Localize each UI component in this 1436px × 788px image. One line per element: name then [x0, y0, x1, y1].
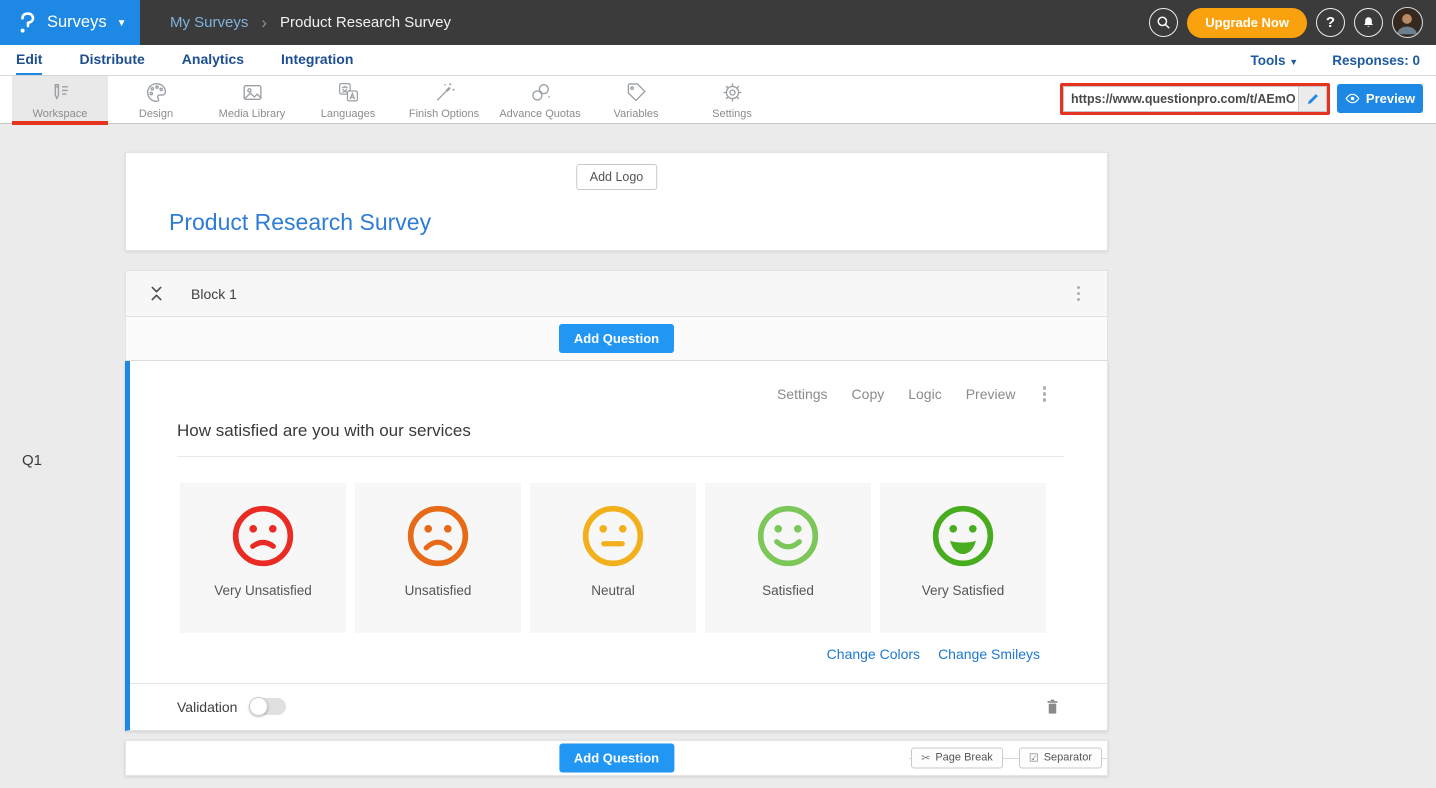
- tabrow-right: Tools ▼ Responses: 0: [1251, 53, 1420, 68]
- editor-toolbar: Workspace Design Media Library Languages: [0, 76, 1436, 124]
- edit-url-button[interactable]: [1298, 87, 1326, 111]
- eye-icon: [1345, 93, 1360, 104]
- separator-checkbox-icon: ☑: [1029, 751, 1039, 764]
- chevron-down-icon: ▼: [117, 18, 127, 29]
- toolbar-item-variables[interactable]: Variables: [588, 76, 684, 123]
- variables-tag-icon: [624, 80, 649, 105]
- breadcrumb-current: Product Research Survey: [280, 14, 451, 31]
- avatar-photo: [1393, 8, 1421, 36]
- breadcrumb-my-surveys[interactable]: My Surveys: [170, 14, 248, 31]
- survey-header-card: Add Logo Product Research Survey: [125, 152, 1108, 251]
- page-break-button[interactable]: ✂ Page Break: [911, 747, 1003, 768]
- survey-nav-tabs: Edit Distribute Analytics Integration To…: [0, 45, 1436, 76]
- toolbar-item-languages[interactable]: Languages: [300, 76, 396, 123]
- insert-controls: ✂ Page Break ☑ Separator: [911, 747, 1102, 768]
- block-menu-kebab-icon[interactable]: [1074, 283, 1084, 305]
- settings-gear-icon: [720, 80, 745, 105]
- add-question-button-top[interactable]: Add Question: [559, 324, 674, 353]
- question-title[interactable]: How satisfied are you with our services: [177, 421, 1064, 457]
- page-break-scissors-icon: ✂: [921, 751, 930, 764]
- smiley-satisfied-icon: [755, 503, 821, 569]
- product-name: Surveys: [47, 13, 107, 32]
- separator-button[interactable]: ☑ Separator: [1019, 747, 1102, 768]
- tab-distribute[interactable]: Distribute: [79, 45, 144, 75]
- smiley-unsatisfied-icon: [405, 503, 471, 569]
- questionpro-logo-icon: [17, 12, 37, 34]
- add-question-row-top: Add Question: [125, 317, 1108, 361]
- toolbar-item-design[interactable]: Design: [108, 76, 204, 123]
- survey-editor-app: Surveys ▼ My Surveys › Product Research …: [0, 0, 1436, 788]
- validation-toggle[interactable]: [249, 698, 286, 715]
- trash-icon: [1045, 698, 1060, 715]
- languages-icon: [336, 80, 361, 105]
- block-title: Block 1: [191, 286, 237, 302]
- survey-url-box: [1063, 86, 1327, 112]
- question-card: Settings Copy Logic Preview How satisfie…: [125, 361, 1108, 731]
- smiley-very-unsatisfied-icon: [230, 503, 296, 569]
- responses-count: Responses: 0: [1332, 53, 1420, 68]
- block-header: Block 1: [125, 270, 1108, 317]
- tab-edit[interactable]: Edit: [16, 45, 42, 75]
- upgrade-now-button[interactable]: Upgrade Now: [1187, 8, 1307, 38]
- block-footer: Add Question ✂ Page Break ☑ Separator: [125, 740, 1108, 776]
- pencil-icon: [1306, 92, 1320, 106]
- smiley-neutral-icon: [580, 503, 646, 569]
- bell-icon: [1361, 15, 1376, 30]
- block-container: Block 1 Add Question Settings Copy Logic…: [125, 270, 1108, 776]
- design-palette-icon: [144, 80, 169, 105]
- option-neutral[interactable]: Neutral: [530, 483, 696, 633]
- smiley-options: Very Unsatisfied Unsatisfied Neutral: [180, 483, 1107, 633]
- toolbar-item-settings[interactable]: Settings: [684, 76, 780, 123]
- change-colors-link[interactable]: Change Colors: [827, 646, 920, 662]
- smiley-very-satisfied-icon: [930, 503, 996, 569]
- workspace-canvas: Q1 Add Logo Product Research Survey Bloc…: [0, 152, 1436, 788]
- collapse-block-icon[interactable]: [150, 285, 163, 302]
- validation-label: Validation: [177, 699, 237, 715]
- question-menu-kebab-icon[interactable]: [1040, 383, 1050, 405]
- question-actions: Settings Copy Logic Preview: [130, 361, 1107, 405]
- question-preview-link[interactable]: Preview: [966, 386, 1016, 402]
- validation-row: Validation: [130, 683, 1107, 730]
- smiley-customize-links: Change Colors Change Smileys: [130, 646, 1040, 662]
- survey-url-highlight: [1060, 83, 1330, 115]
- toolbar-item-finish-options[interactable]: Finish Options: [396, 76, 492, 123]
- search-button[interactable]: [1149, 8, 1178, 37]
- option-satisfied[interactable]: Satisfied: [705, 483, 871, 633]
- product-switcher[interactable]: Surveys ▼: [0, 0, 140, 45]
- search-icon: [1156, 15, 1171, 30]
- finish-options-wand-icon: [432, 80, 457, 105]
- toolbar-item-advance-quotas[interactable]: Advance Quotas: [492, 76, 588, 123]
- question-number-label: Q1: [22, 452, 42, 469]
- tab-analytics[interactable]: Analytics: [182, 45, 244, 75]
- toolbar-item-media-library[interactable]: Media Library: [204, 76, 300, 123]
- top-bar: Surveys ▼ My Surveys › Product Research …: [0, 0, 1436, 45]
- breadcrumb: My Surveys › Product Research Survey: [170, 13, 451, 33]
- add-logo-button[interactable]: Add Logo: [576, 164, 658, 190]
- option-unsatisfied[interactable]: Unsatisfied: [355, 483, 521, 633]
- question-mark-icon: ?: [1326, 14, 1335, 31]
- media-library-icon: [240, 80, 265, 105]
- option-very-unsatisfied[interactable]: Very Unsatisfied: [180, 483, 346, 633]
- preview-button[interactable]: Preview: [1337, 84, 1423, 113]
- tools-dropdown[interactable]: Tools ▼: [1251, 53, 1299, 68]
- topbar-actions: Upgrade Now ?: [1149, 7, 1436, 38]
- option-very-satisfied[interactable]: Very Satisfied: [880, 483, 1046, 633]
- question-copy-link[interactable]: Copy: [852, 386, 885, 402]
- toolbar-item-workspace[interactable]: Workspace: [12, 76, 108, 123]
- avatar[interactable]: [1392, 7, 1423, 38]
- survey-url-input[interactable]: [1064, 87, 1298, 111]
- change-smileys-link[interactable]: Change Smileys: [938, 646, 1040, 662]
- help-button[interactable]: ?: [1316, 8, 1345, 37]
- question-logic-link[interactable]: Logic: [908, 386, 941, 402]
- delete-question-button[interactable]: [1045, 698, 1060, 715]
- caret-down-icon: ▼: [1289, 57, 1298, 67]
- advance-quotas-links-icon: [528, 80, 553, 105]
- add-question-button-bottom[interactable]: Add Question: [559, 743, 674, 772]
- notifications-button[interactable]: [1354, 8, 1383, 37]
- breadcrumb-chevron-icon: ›: [261, 13, 267, 33]
- survey-title[interactable]: Product Research Survey: [169, 209, 431, 236]
- workspace-icon: [48, 80, 73, 105]
- tab-integration[interactable]: Integration: [281, 45, 353, 75]
- question-settings-link[interactable]: Settings: [777, 386, 828, 402]
